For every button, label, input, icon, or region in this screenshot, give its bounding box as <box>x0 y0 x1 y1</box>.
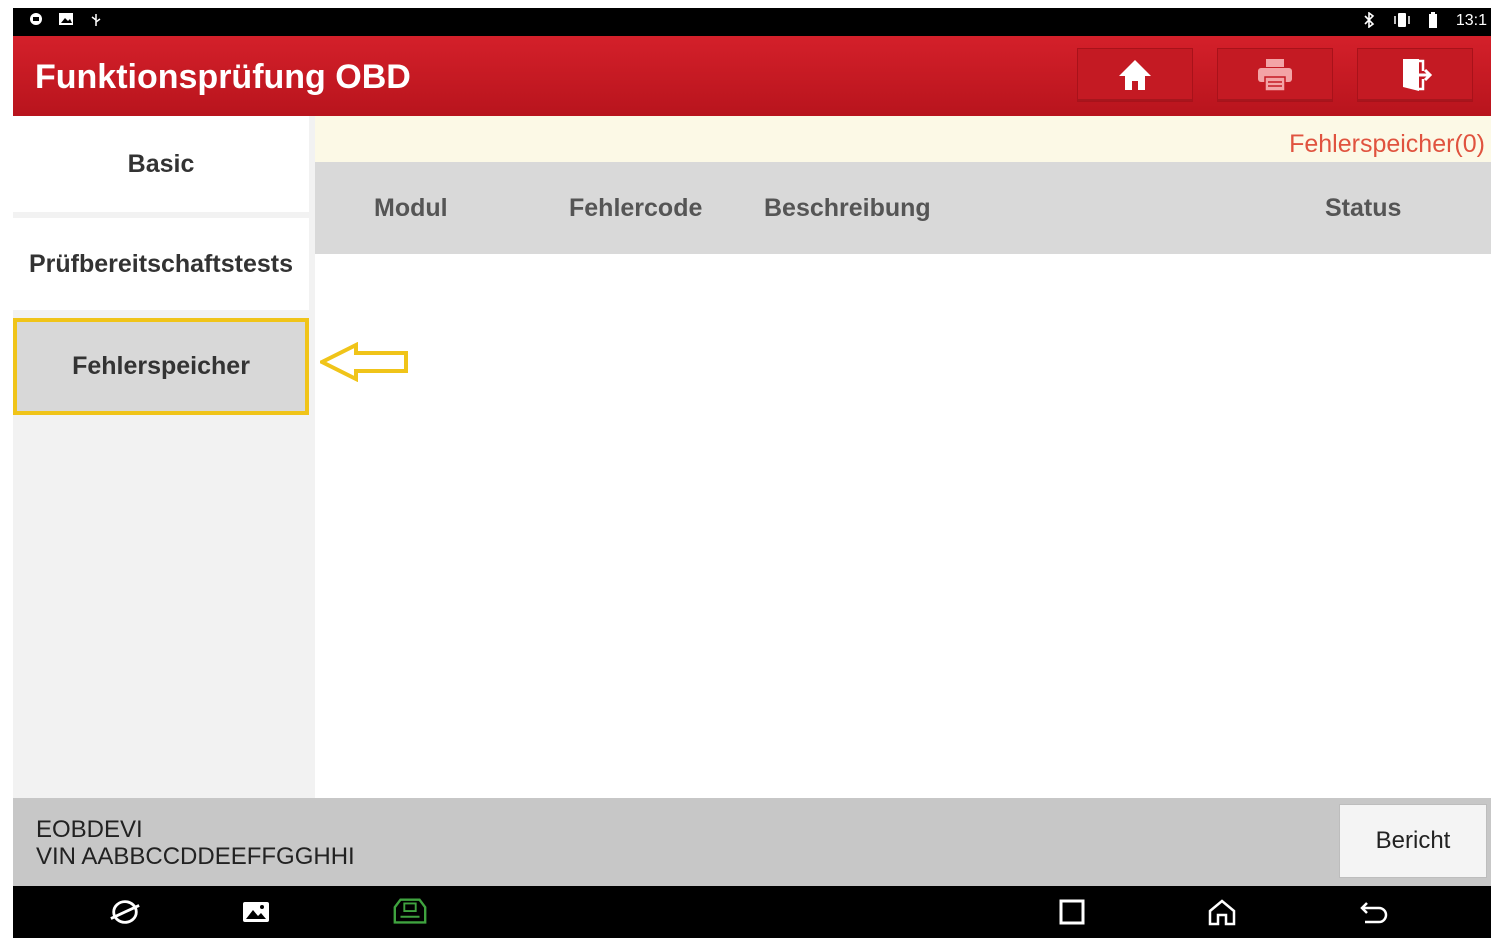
table-header: Modul Fehlercode Beschreibung Status <box>315 162 1491 254</box>
sidebar-item-label: Fehlerspeicher <box>72 352 250 380</box>
home-nav-icon[interactable] <box>1206 896 1238 928</box>
page-title: Funktionsprüfung OBD <box>35 58 411 96</box>
print-button[interactable] <box>1217 48 1333 102</box>
battery-icon <box>1424 12 1442 30</box>
main-content: Fehlerspeicher(0) Modul Fehlercode Besch… <box>315 116 1491 798</box>
status-bar: 13:1 <box>13 8 1491 36</box>
column-header-modul: Modul <box>374 194 448 222</box>
vci-icon[interactable] <box>391 896 429 928</box>
home-icon <box>1117 58 1153 92</box>
fault-count: Fehlerspeicher(0) <box>1289 130 1485 158</box>
home-button[interactable] <box>1077 48 1193 102</box>
image-icon <box>57 12 75 30</box>
notification-icon <box>27 12 45 30</box>
exit-icon <box>1397 57 1433 93</box>
title-bar: Funktionsprüfung OBD <box>13 36 1491 116</box>
info-bar: EOBDEVI VIN AABBCCDDEEFFGGHHI Bericht <box>13 798 1491 886</box>
sidebar-item-fehlerspeicher[interactable]: Fehlerspeicher <box>13 318 309 415</box>
browser-icon[interactable] <box>109 896 141 928</box>
recent-apps-icon[interactable] <box>1056 896 1088 928</box>
sidebar: Basic Prüfbereitschaftstests Fehlerspeic… <box>13 116 315 798</box>
vibrate-icon <box>1392 12 1410 30</box>
protocol-label: EOBDEVI <box>36 816 143 843</box>
vin-label: VIN AABBCCDDEEFFGGHHI <box>36 843 355 870</box>
table-body <box>315 254 1491 798</box>
sidebar-item-label: Prüfbereitschaftstests <box>29 249 293 278</box>
navigation-bar <box>13 886 1491 938</box>
app-frame: 13:1 Funktionsprüfung OBD Basic Prüfbere… <box>13 8 1491 938</box>
exit-button[interactable] <box>1357 48 1473 102</box>
back-icon[interactable] <box>1358 896 1390 928</box>
sidebar-item-label: Basic <box>127 149 195 178</box>
sidebar-item-pruefbereitschaftstests[interactable]: Prüfbereitschaftstests <box>13 218 309 310</box>
column-header-fehlercode: Fehlercode <box>569 194 703 222</box>
bluetooth-icon <box>1360 11 1378 30</box>
column-header-status: Status <box>1325 194 1402 222</box>
highlight-arrow-icon <box>317 341 412 387</box>
clock: 13:1 <box>1455 12 1487 29</box>
usb-icon <box>87 12 105 30</box>
sidebar-item-basic[interactable]: Basic <box>13 116 309 212</box>
report-button[interactable]: Bericht <box>1339 804 1487 878</box>
gallery-icon[interactable] <box>240 896 272 928</box>
notice-bar: Fehlerspeicher(0) <box>315 116 1491 162</box>
print-icon <box>1256 57 1294 93</box>
column-header-beschreibung: Beschreibung <box>764 194 931 222</box>
